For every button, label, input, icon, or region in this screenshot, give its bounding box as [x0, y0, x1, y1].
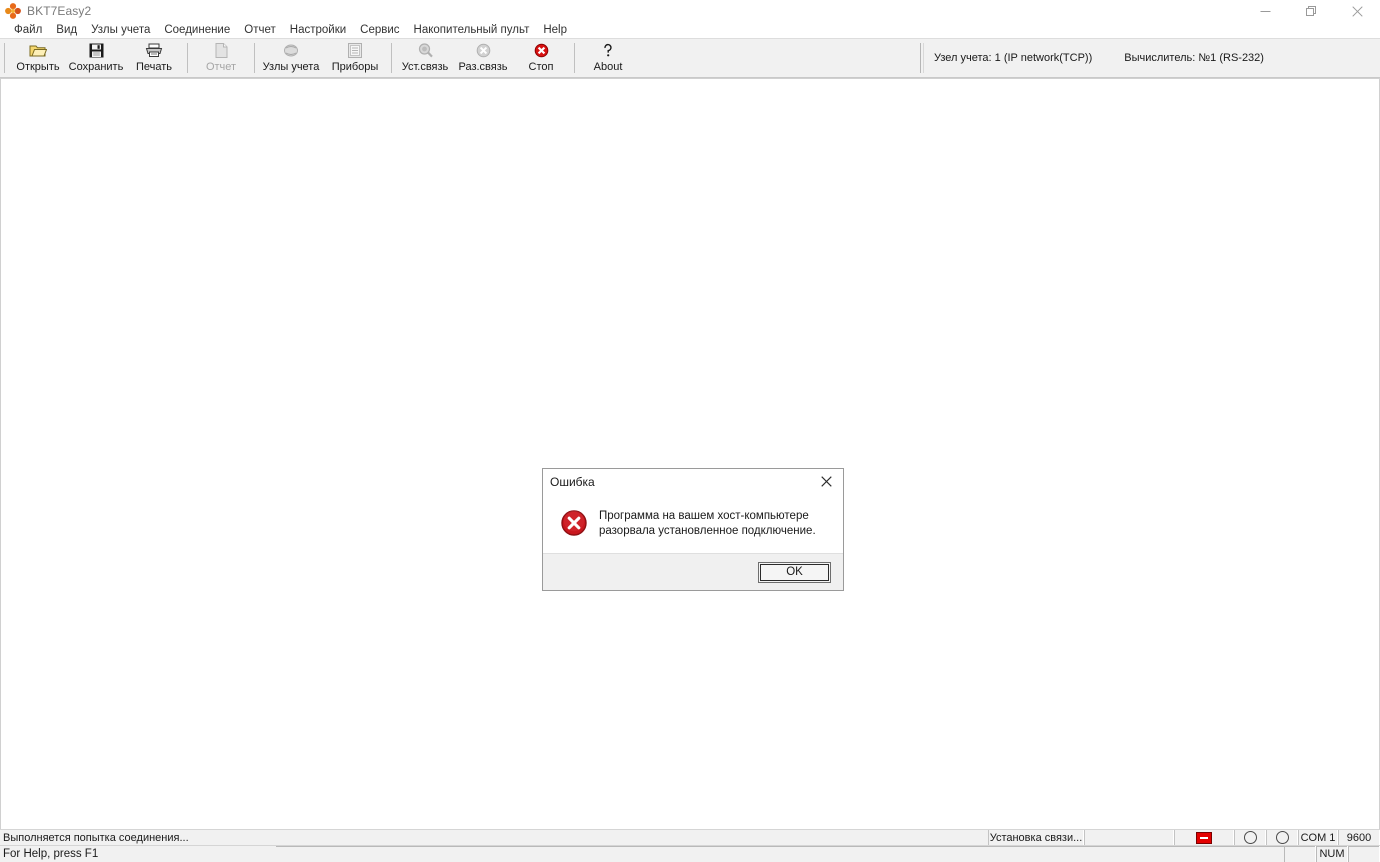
toolbar-separator [4, 43, 5, 73]
rx-circle-indicator [1275, 831, 1289, 844]
status-help-hint: For Help, press F1 [3, 848, 99, 860]
toolbar-button-devices[interactable]: Приборы [323, 39, 387, 77]
close-icon[interactable] [1334, 0, 1380, 22]
toolbar-button-save[interactable]: Сохранить [67, 39, 125, 77]
menu-view[interactable]: Вид [49, 22, 84, 38]
status-bar-panes: NUM [1284, 846, 1380, 862]
stop-icon [530, 42, 552, 59]
toolbar-label-connect: Уст.связь [401, 61, 449, 73]
disconnect-icon [472, 42, 494, 59]
status-bar: For Help, press F1 NUM [0, 845, 1380, 862]
dialog-footer: OK [543, 553, 843, 590]
status-baud: 9600 [1338, 830, 1380, 845]
menu-settings[interactable]: Настройки [283, 22, 353, 38]
toolbar-button-connect[interactable]: Уст.связь [396, 39, 454, 77]
toolbar-label-save: Сохранить [68, 61, 124, 73]
dialog-title-bar: Ошибка [543, 469, 843, 495]
toolbar-button-print[interactable]: Печать [125, 39, 183, 77]
save-disk-icon [85, 42, 107, 59]
menu-accumulator-console[interactable]: Накопительный пульт [407, 22, 537, 38]
tx-circle-indicator [1243, 831, 1257, 844]
toolbar-button-report[interactable]: Отчет [192, 39, 250, 77]
client-area: Ошибка Программа на вашем хост-компьютер… [0, 78, 1380, 829]
toolbar-separator [187, 43, 188, 73]
connect-search-icon [414, 42, 436, 59]
menu-file[interactable]: Файл [7, 22, 49, 38]
application-window: BKT7Easy2 Файл Вид Узлы учета Соединение… [0, 0, 1380, 862]
toolbar-label-stop: Стоп [528, 61, 554, 73]
toolbar-button-about[interactable]: About [579, 39, 637, 77]
status-num-pane: NUM [1316, 846, 1348, 862]
menu-help[interactable]: Help [536, 22, 574, 38]
toolbar-button-disconnect[interactable]: Раз.связь [454, 39, 512, 77]
toolbar-label-disconnect: Раз.связь [458, 61, 508, 73]
menu-report[interactable]: Отчет [237, 22, 283, 38]
toolbar: Открыть Сохранить Печать Отчет Узлы учет… [0, 38, 1380, 78]
status-scrl-pane [1348, 846, 1380, 862]
open-folder-icon [27, 42, 49, 59]
restore-icon[interactable] [1288, 0, 1334, 22]
ok-button[interactable]: OK [758, 561, 831, 583]
dialog-body: Программа на вашем хост-компьютере разор… [543, 495, 843, 553]
status-rx-pane [1266, 830, 1298, 845]
print-icon [143, 42, 165, 59]
error-dialog: Ошибка Программа на вашем хост-компьютер… [542, 468, 844, 591]
toolbar-info-computer: Вычислитель: №1 (RS-232) [1124, 52, 1264, 64]
toolbar-button-nodes[interactable]: Узлы учета [259, 39, 323, 77]
document-icon [210, 42, 232, 59]
toolbar-separator [923, 43, 924, 73]
menu-service[interactable]: Сервис [353, 22, 406, 38]
clover-icon [5, 3, 21, 19]
menu-bar: Файл Вид Узлы учета Соединение Отчет Нас… [0, 22, 1380, 38]
status-connection-state: Установка связи... [988, 830, 1084, 845]
window-title: BKT7Easy2 [27, 4, 92, 18]
toolbar-button-open[interactable]: Открыть [9, 39, 67, 77]
toolbar-separator [391, 43, 392, 73]
status-strip: Выполняется попытка соединения... Устано… [0, 829, 1380, 845]
status-tx-pane [1234, 830, 1266, 845]
devices-icon [344, 42, 366, 59]
toolbar-separator [574, 43, 575, 73]
toolbar-separator [920, 43, 921, 73]
toolbar-label-about: About [593, 61, 623, 73]
status-bar-divider [276, 846, 1380, 847]
menu-accounting-nodes[interactable]: Узлы учета [84, 22, 157, 38]
toolbar-label-print: Печать [135, 61, 173, 73]
toolbar-info-node: Узел учета: 1 (IP network(TCP)) [934, 52, 1093, 64]
status-port: COM 1 [1298, 830, 1338, 845]
toolbar-label-open: Открыть [16, 61, 60, 73]
toolbar-label-report: Отчет [205, 61, 237, 73]
toolbar-info-area: Узел учета: 1 (IP network(TCP)) Вычислит… [920, 39, 1380, 77]
status-progress-pane [1084, 830, 1174, 845]
toolbar-label-devices: Приборы [331, 61, 379, 73]
minimize-icon[interactable] [1242, 0, 1288, 22]
dialog-title: Ошибка [550, 475, 595, 489]
close-icon[interactable] [810, 469, 843, 494]
toolbar-button-stop[interactable]: Стоп [512, 39, 570, 77]
dialog-message: Программа на вашем хост-компьютере разор… [599, 510, 816, 537]
nodes-icon [280, 42, 302, 59]
toolbar-label-nodes: Узлы учета [262, 61, 320, 73]
menu-connection[interactable]: Соединение [157, 22, 237, 38]
error-circle-x-icon [561, 510, 587, 536]
caption-buttons [1242, 0, 1380, 22]
status-led-pane [1174, 830, 1234, 845]
status-strip-panes: Установка связи... COM 1 9600 [988, 830, 1380, 845]
status-caps-pane [1284, 846, 1316, 862]
red-led-indicator [1196, 831, 1212, 844]
title-bar: BKT7Easy2 [0, 0, 1380, 22]
status-progress-text: Выполняется попытка соединения... [3, 831, 189, 844]
about-icon [597, 42, 619, 59]
toolbar-separator [254, 43, 255, 73]
